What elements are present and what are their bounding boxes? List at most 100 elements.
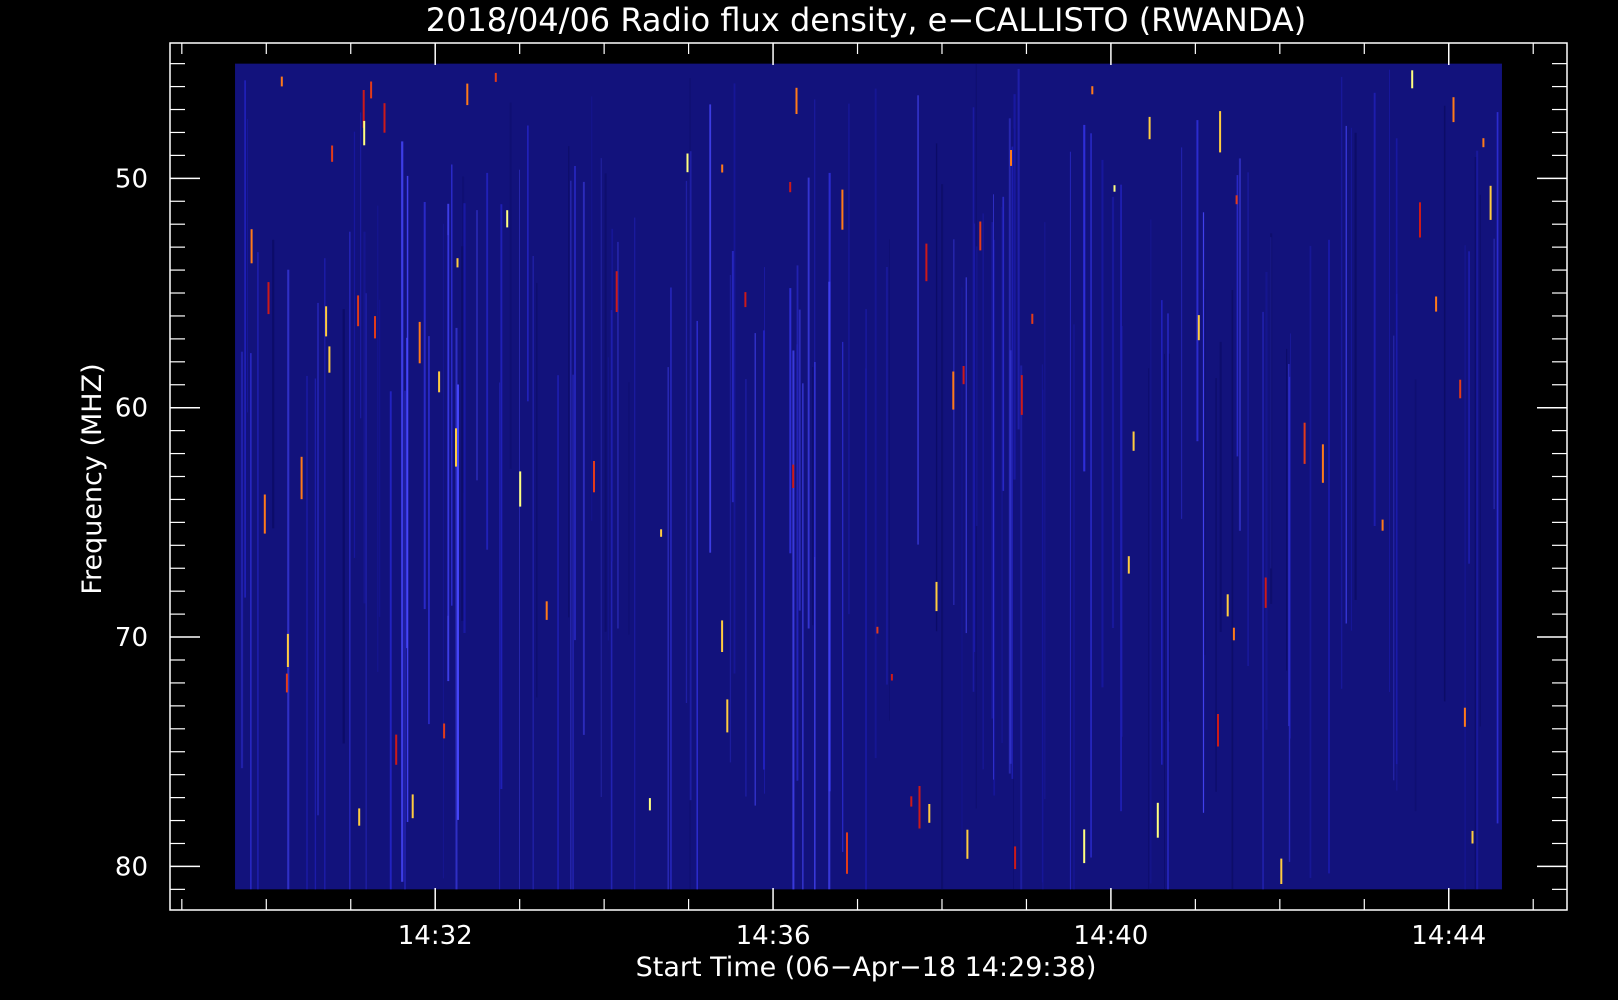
y-tick-label: 50 bbox=[115, 164, 148, 194]
spectral-streak bbox=[349, 231, 351, 890]
spectral-streak bbox=[1044, 222, 1046, 800]
spectral-streak bbox=[729, 274, 732, 763]
spectral-streak bbox=[1479, 194, 1481, 727]
burst-mark bbox=[935, 581, 938, 612]
spectral-streak bbox=[557, 375, 559, 890]
burst-mark bbox=[1435, 296, 1438, 312]
spectral-streak bbox=[634, 217, 636, 890]
spectral-streak bbox=[1236, 175, 1239, 457]
spectral-streak bbox=[461, 246, 464, 621]
spectral-streak bbox=[917, 95, 919, 545]
spectral-streak bbox=[365, 293, 367, 890]
spectral-streak bbox=[574, 166, 576, 641]
spectral-streak bbox=[731, 251, 734, 503]
burst-mark bbox=[438, 371, 441, 393]
spectral-streak bbox=[306, 375, 308, 890]
spectral-streak bbox=[600, 158, 602, 798]
burst-mark bbox=[494, 72, 497, 82]
burst-mark bbox=[285, 673, 288, 693]
spectral-streak bbox=[1161, 300, 1163, 765]
spectral-streak bbox=[733, 83, 736, 674]
spectral-streak bbox=[1231, 290, 1234, 890]
burst-mark bbox=[925, 243, 928, 282]
spectral-streak bbox=[993, 194, 994, 780]
burst-mark bbox=[1463, 707, 1466, 727]
spectral-streak bbox=[509, 102, 512, 469]
burst-mark bbox=[1264, 577, 1267, 608]
burst-mark bbox=[1217, 714, 1219, 747]
spectral-streak bbox=[428, 336, 430, 725]
burst-mark bbox=[962, 366, 965, 385]
spectral-streak bbox=[745, 379, 747, 797]
spectral-streak bbox=[975, 63, 977, 809]
spectral-streak bbox=[568, 146, 570, 618]
burst-mark bbox=[910, 796, 913, 807]
spectral-streak bbox=[789, 288, 792, 554]
burst-mark bbox=[286, 633, 289, 667]
burst-mark bbox=[1482, 138, 1485, 148]
spectral-streak bbox=[1120, 184, 1122, 812]
spectral-streak bbox=[457, 384, 459, 820]
spectral-streak bbox=[991, 222, 993, 719]
burst-mark bbox=[1459, 379, 1462, 399]
spectral-streak bbox=[406, 175, 409, 822]
spectral-streak bbox=[1373, 92, 1376, 527]
spectral-streak bbox=[500, 204, 503, 789]
spectral-streak bbox=[685, 180, 688, 703]
burst-mark bbox=[250, 229, 253, 264]
spectral-streak bbox=[463, 203, 466, 633]
burst-mark bbox=[325, 306, 328, 337]
burst-mark bbox=[846, 832, 848, 874]
burst-mark bbox=[443, 723, 446, 739]
spectral-streak bbox=[792, 350, 795, 890]
spectral-streak bbox=[1069, 151, 1071, 890]
burst-mark bbox=[519, 471, 522, 507]
burst-mark bbox=[1381, 519, 1384, 531]
spectral-streak bbox=[1270, 233, 1273, 604]
spectral-streak bbox=[1389, 69, 1390, 692]
spectral-streak bbox=[709, 104, 712, 553]
spectral-streak bbox=[1196, 120, 1199, 442]
burst-mark bbox=[979, 221, 982, 251]
spectral-streak bbox=[527, 125, 529, 402]
spectral-streak bbox=[889, 239, 890, 721]
burst-mark bbox=[841, 189, 844, 230]
burst-mark bbox=[363, 120, 366, 146]
spectral-streak bbox=[378, 299, 381, 617]
burst-mark bbox=[1321, 444, 1324, 483]
spectral-streak bbox=[1443, 105, 1446, 702]
spectral-streak bbox=[667, 367, 669, 890]
spectral-streak bbox=[363, 231, 366, 604]
burst-mark bbox=[1280, 858, 1283, 884]
spectral-streak bbox=[1493, 238, 1495, 510]
spectral-streak bbox=[628, 382, 630, 635]
spectral-streak bbox=[1262, 311, 1264, 890]
burst-mark bbox=[1419, 202, 1421, 238]
spectral-streak bbox=[604, 173, 607, 632]
spectral-streak bbox=[401, 141, 404, 882]
y-tick-label: 70 bbox=[115, 623, 148, 653]
spectral-streak bbox=[696, 320, 698, 890]
burst-mark bbox=[331, 145, 334, 162]
burst-mark bbox=[300, 456, 303, 500]
burst-mark bbox=[966, 829, 969, 859]
spectral-streak bbox=[1083, 124, 1086, 472]
spectral-streak bbox=[763, 330, 765, 770]
burst-mark bbox=[721, 620, 724, 652]
spectral-streak bbox=[486, 172, 489, 550]
burst-mark bbox=[660, 529, 663, 537]
spectral-streak bbox=[953, 239, 955, 606]
spectral-streak bbox=[1286, 348, 1288, 671]
spectral-streak bbox=[1393, 335, 1395, 781]
spectral-streak bbox=[1204, 289, 1206, 656]
spectral-streak bbox=[1148, 368, 1150, 890]
burst-mark bbox=[795, 87, 798, 114]
spectral-streak bbox=[1181, 147, 1183, 519]
x-tick-label: 14:36 bbox=[736, 921, 811, 951]
spectral-streak bbox=[314, 378, 317, 890]
burst-mark bbox=[1452, 97, 1455, 123]
burst-mark bbox=[545, 601, 548, 620]
burst-mark bbox=[358, 808, 361, 826]
burst-mark bbox=[1219, 111, 1222, 153]
burst-mark bbox=[918, 786, 921, 829]
